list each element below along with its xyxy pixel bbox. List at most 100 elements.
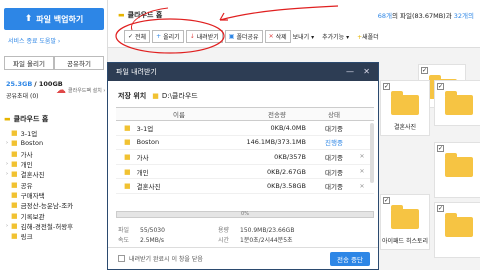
remove-icon[interactable]: ✕ <box>356 153 368 160</box>
tab-upload[interactable]: 파일 올리기 <box>4 56 54 70</box>
row-status: 대기중 <box>325 153 343 162</box>
tree-item[interactable]: ■ 가사 <box>6 149 73 159</box>
tree-item[interactable]: ■ 링크 <box>6 231 73 241</box>
send-menu[interactable]: 보내기 ▾ <box>293 32 314 41</box>
remove-icon[interactable]: ✕ <box>356 168 368 175</box>
folder-tree: ■ 3-1업 › ■ Boston ■ 가사 › ■ 개인 › ■ 결혼사진 ■ 공유 ■ 구매자택… <box>6 128 73 241</box>
folder-icon: ■ <box>11 190 18 199</box>
dialog-footer: 내려받기 완료시 이 창을 닫음 전송 중단 <box>108 247 378 269</box>
tree-item[interactable]: › ■ 결혼사진 <box>6 169 73 179</box>
expand-icon: › <box>6 140 8 147</box>
card-checkbox[interactable]: ✓ <box>383 83 390 90</box>
folder-card[interactable]: ✓ 결혼사진 <box>380 80 430 136</box>
total-stat-label: 용량 <box>218 227 230 234</box>
upload-label: 올리기 <box>163 34 180 41</box>
folder-icon: ■ <box>124 167 131 176</box>
scrollbar[interactable] <box>370 123 374 183</box>
stats-line: 속도 2.5MB/s 시간 1분0초/2시44분5초 <box>118 235 374 245</box>
backup-button[interactable]: ⬆ 파일 백업하기 <box>4 8 104 30</box>
tree-item[interactable]: › ■ Boston <box>6 138 73 148</box>
close-after-checkbox[interactable] <box>118 255 125 262</box>
remove-icon[interactable]: ✕ <box>356 183 368 190</box>
stop-transfer-button[interactable]: 전송 중단 <box>330 252 370 266</box>
folder-card[interactable]: ✓ <box>434 80 480 126</box>
minimize-icon[interactable]: — <box>346 67 354 76</box>
folder-icon: ■ <box>11 201 18 210</box>
cloud-pack-banner[interactable]: ☁ 클라우드팩 설치 › <box>56 80 106 100</box>
folder-icon: ■ <box>124 123 131 132</box>
quota: 25.3GB / 100GB 공유초대 (0) <box>6 80 63 100</box>
table-row: ■ 가사 0KB/357B 대기중 ✕ <box>116 150 374 165</box>
tree-item-label: 3-1업 <box>20 130 38 139</box>
col-size: 전송량 <box>268 111 286 119</box>
total-stat-value: 150.9MB/23.66GB <box>240 227 295 234</box>
col-status: 상태 <box>328 111 340 119</box>
folder-card[interactable]: ✓ 아이패드 히스토리 <box>380 194 430 250</box>
file-size-text: 의 파일(83.67MB)과 <box>391 12 452 20</box>
speed-stat: 속도 2.5MB/s <box>118 235 218 245</box>
select-all-button[interactable]: ✓ 전체 <box>124 30 151 43</box>
tree-item[interactable]: › ■ 개인 <box>6 159 73 169</box>
file-stat-value: 55/5030 <box>140 227 165 234</box>
tree-item[interactable]: › ■ 김해-경전철-허왕후 <box>6 221 73 231</box>
card-checkbox[interactable]: ✓ <box>437 205 444 212</box>
card-checkbox[interactable]: ✓ <box>383 197 390 204</box>
folder-icon <box>391 205 419 229</box>
card-checkbox[interactable]: ✓ <box>421 67 428 74</box>
tree-item[interactable]: ■ 공유 <box>6 179 73 190</box>
share-label: 폴더공유 <box>236 34 259 41</box>
select-all-label: 전체 <box>135 34 147 41</box>
upload-button[interactable]: + 올리기 <box>152 30 184 43</box>
service-guide-link[interactable]: 서비스 종료 도움말 › <box>8 36 60 45</box>
tree-root[interactable]: ▬ 클라우드 홈 <box>4 114 48 124</box>
folder-card[interactable]: ✓ <box>434 202 480 258</box>
card-name: 아이패드 히스토리 <box>381 238 429 245</box>
row-name: ■ Boston <box>116 138 242 146</box>
stats-line: 파일 55/5030 용량 150.9MB/23.66GB <box>118 225 374 235</box>
row-name: ■ 3-1업 <box>116 123 242 133</box>
table-row: ■ 3-1업 0KB/4.0MB 대기중 <box>116 121 374 136</box>
transfer-table: 이름 전송량 상태 ■ 3-1업 0KB/4.0MB 대기중 ■ Boston 14… <box>116 107 374 194</box>
speed-stat-value: 2.5MB/s <box>140 237 164 244</box>
row-name-label: 가사 <box>136 153 149 162</box>
folder-icon: ■ <box>152 92 159 100</box>
tree-item[interactable]: ■ 기록보관 <box>6 210 73 221</box>
row-size: 0KB/357B <box>274 152 306 161</box>
tree-item[interactable]: ■ 3-1업 <box>6 128 73 138</box>
dialog-title: 파일 내려받기 <box>116 68 157 76</box>
delete-button[interactable]: ✕ 삭제 <box>264 30 291 43</box>
tree-item-label: 금정산-능운남-조카 <box>20 202 74 211</box>
close-after-label: 내려받기 완료시 이 창을 닫음 <box>129 256 203 263</box>
expand-icon: › <box>6 171 8 178</box>
folder-icon: ■ <box>11 149 18 158</box>
new-folder-button[interactable]: +새폴더 <box>357 32 379 41</box>
card-checkbox[interactable]: ✓ <box>437 83 444 90</box>
tree-item[interactable]: ■ 금정산-능운남-조카 <box>6 200 73 210</box>
progress-bar: 0% <box>116 211 374 218</box>
file-count: 68개 <box>377 12 392 20</box>
row-name: ■ 결혼사진 <box>116 181 242 191</box>
breadcrumb-label: 클라우드 홈 <box>127 11 163 19</box>
download-dialog: 파일 내려받기 — ✕ 저장 위치 ■ D:\클라우드 이름 전송량 상태 ■ 3… <box>107 62 379 270</box>
cloud-icon: ☁ <box>56 84 66 96</box>
close-icon[interactable]: ✕ <box>363 67 370 76</box>
tab-share[interactable]: 공유하기 <box>54 56 104 70</box>
tree-item-label: 개인 <box>20 161 33 170</box>
share-folder-button[interactable]: ▣ 폴더공유 <box>224 30 263 43</box>
save-location: 저장 위치 ■ D:\클라우드 <box>118 91 198 101</box>
table-row: ■ 개인 0KB/2.67GB 대기중 ✕ <box>116 165 374 180</box>
download-label: 내려받기 <box>196 34 219 41</box>
header: ▬ 클라우드 홈 68개의 파일(83.67MB)과 32개의 <box>108 0 480 26</box>
folder-card[interactable]: ✓ <box>434 142 480 198</box>
tree-item[interactable]: ■ 구매자택 <box>6 190 73 200</box>
more-menu[interactable]: 추가기능 ▾ <box>322 32 349 41</box>
delete-label: 삭제 <box>275 34 287 41</box>
tree-item-label: 기록보관 <box>20 212 45 221</box>
file-stat: 파일 55/5030 <box>118 225 218 235</box>
upload-icon: + <box>156 33 162 40</box>
download-button[interactable]: ↓ 내려받기 <box>185 30 223 43</box>
share-invite[interactable]: 공유초대 (0) <box>6 91 63 100</box>
folder-summary: 68개의 파일(83.67MB)과 32개의 <box>378 10 474 20</box>
dialog-titlebar: 파일 내려받기 — ✕ <box>108 63 378 81</box>
card-checkbox[interactable]: ✓ <box>437 145 444 152</box>
